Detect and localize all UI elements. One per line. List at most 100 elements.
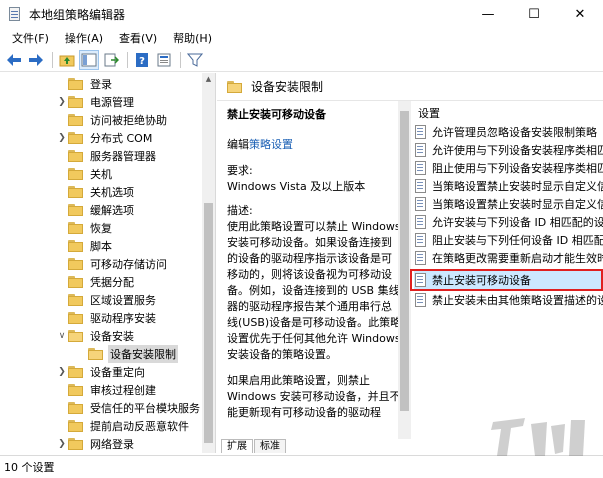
tree-scrollbar-thumb[interactable] <box>204 203 213 443</box>
tab-extended[interactable]: 扩展 <box>221 439 253 453</box>
tree-item[interactable]: ∨ 设备安装 <box>56 327 136 345</box>
folder-icon <box>68 186 84 198</box>
tree-item-label: 设备安装限制 <box>108 345 178 363</box>
policy-title: 禁止安装可移动设备 <box>227 108 326 121</box>
tree-item[interactable]: 关机 <box>56 165 114 183</box>
maximize-button[interactable]: ☐ <box>511 0 557 28</box>
settings-list: 设置 允许管理员忽略设备安装限制策略 允许使用与下列设备安装程序类相匹配 阻止使… <box>412 101 603 439</box>
detail-header-title: 设备安装限制 <box>251 80 324 94</box>
tab-standard[interactable]: 标准 <box>254 439 286 453</box>
tree-item[interactable]: ❯ 分布式 COM <box>56 129 154 147</box>
tree-item-label: 凭据分配 <box>90 276 134 289</box>
group-policy-app-icon <box>7 6 23 22</box>
up-level-button[interactable] <box>57 50 77 70</box>
edit-policy-settings-link[interactable]: 策略设置 <box>249 138 293 151</box>
forward-button[interactable] <box>26 50 46 70</box>
requirements-value: Windows Vista 及以上版本 <box>227 180 366 193</box>
folder-icon <box>68 294 84 306</box>
folder-open-icon <box>227 80 243 93</box>
chevron-right-icon[interactable]: ❯ <box>56 133 68 143</box>
tree-item[interactable]: 恢复 <box>56 219 114 237</box>
forward-arrow-icon <box>29 53 43 66</box>
up-folder-icon <box>59 55 75 66</box>
chevron-down-icon[interactable]: ∨ <box>56 331 68 341</box>
tree-item-label: 设备安装 <box>90 330 134 343</box>
description-scrollbar-thumb[interactable] <box>400 111 409 411</box>
tree-item[interactable]: 驱动程序安装 <box>56 309 158 327</box>
tree-item-device-install-restrictions[interactable]: 设备安装限制 <box>76 345 178 363</box>
properties-icon <box>157 53 171 66</box>
tree-item-label: 访问被拒绝协助 <box>90 114 167 127</box>
filter-button[interactable] <box>185 50 205 70</box>
policy-setting-row[interactable]: 阻止安装与下列任何设备 ID 相匹配的 <box>414 231 603 249</box>
export-list-button[interactable] <box>101 50 121 70</box>
window-title: 本地组策略编辑器 <box>29 7 126 22</box>
folder-icon <box>68 420 84 432</box>
folder-icon <box>68 114 84 126</box>
tree-item-label: 服务器管理器 <box>90 150 156 163</box>
policy-setting-row[interactable]: 阻止使用与下列设备安装程序类相匹配 <box>414 159 603 177</box>
folder-icon <box>68 384 84 396</box>
tree-item[interactable]: 审核过程创建 <box>56 381 158 399</box>
tree-item[interactable]: 可移动存储访问 <box>56 255 169 273</box>
policy-setting-row[interactable]: 在策略更改需要重新启动才能生效时 <box>414 249 603 267</box>
tree-item[interactable]: 缓解选项 <box>56 201 136 219</box>
tree-item[interactable]: ❯ 电源管理 <box>56 93 136 111</box>
show-hide-tree-button[interactable] <box>79 49 99 70</box>
edit-prefix: 编辑 <box>227 138 249 151</box>
tree-item[interactable]: 访问被拒绝协助 <box>56 111 169 129</box>
policy-setting-label: 允许管理员忽略设备安装限制策略 <box>432 126 597 139</box>
tree-item[interactable]: 提前启动反恶意软件 <box>56 417 191 435</box>
svg-text:?: ? <box>139 56 145 67</box>
tree-item-label: 脚本 <box>90 240 112 253</box>
policy-setting-icon <box>414 125 428 139</box>
menu-file[interactable]: 文件(F) <box>4 30 57 46</box>
policy-setting-row[interactable]: 允许安装与下列设备 ID 相匹配的设备 <box>414 213 603 231</box>
properties-button[interactable] <box>154 50 174 70</box>
minimize-button[interactable]: — <box>465 0 511 28</box>
policy-setting-row[interactable]: 禁止安装未由其他策略设置描述的设备 <box>414 291 603 309</box>
tree-item[interactable]: 服务器管理器 <box>56 147 158 165</box>
tree-item[interactable]: ❯ 设备重定向 <box>56 363 147 381</box>
tree-item-label: 缓解选项 <box>90 204 134 217</box>
requirements-label: 要求: <box>227 164 253 177</box>
help-button[interactable]: ? <box>132 50 152 70</box>
tree-item[interactable]: 凭据分配 <box>56 273 136 291</box>
policy-setting-row[interactable]: 允许使用与下列设备安装程序类相匹配 <box>414 141 603 159</box>
description-scrollbar[interactable] <box>398 101 411 439</box>
tree-item-label: 电源管理 <box>90 96 134 109</box>
title-bar: 本地组策略编辑器 — ☐ ✕ <box>0 0 603 28</box>
policy-setting-row[interactable]: 当策略设置禁止安装时显示自定义信息 <box>414 177 603 195</box>
policy-setting-row-selected[interactable]: 禁止安装可移动设备 <box>414 271 603 289</box>
chevron-right-icon[interactable]: ❯ <box>56 367 68 377</box>
folder-icon <box>68 312 84 324</box>
tree-item[interactable]: 受信任的平台模块服务 <box>56 399 202 417</box>
folder-icon <box>68 366 84 378</box>
tree-item[interactable]: ❯ 网络登录 <box>56 435 136 453</box>
tree-scrollbar[interactable]: ▲ <box>202 73 215 453</box>
menu-view[interactable]: 查看(V) <box>111 30 165 46</box>
settings-column-header[interactable]: 设置 <box>418 105 440 121</box>
tree-item[interactable]: 登录 <box>56 75 114 93</box>
tree-item[interactable]: 关机选项 <box>56 183 136 201</box>
description-label: 描述: <box>227 204 253 217</box>
policy-setting-row[interactable]: 允许管理员忽略设备安装限制策略 <box>414 123 603 141</box>
folder-icon <box>68 96 84 108</box>
chevron-right-icon[interactable]: ❯ <box>56 439 68 449</box>
tree-item[interactable]: 脚本 <box>56 237 114 255</box>
status-text: 10 个设置 <box>4 461 55 474</box>
policy-setting-label: 在策略更改需要重新启动才能生效时 <box>432 252 603 265</box>
tree-item-label: 设备重定向 <box>90 366 145 379</box>
chevron-right-icon[interactable]: ❯ <box>56 97 68 107</box>
menu-action[interactable]: 操作(A) <box>57 30 111 46</box>
toolbar-separator <box>127 51 128 68</box>
back-button[interactable] <box>4 50 24 70</box>
menu-help[interactable]: 帮助(H) <box>165 30 220 46</box>
folder-icon <box>68 258 84 270</box>
close-button[interactable]: ✕ <box>557 0 603 28</box>
tree-item[interactable]: 区域设置服务 <box>56 291 158 309</box>
policy-setting-icon <box>414 179 428 193</box>
policy-setting-row[interactable]: 当策略设置禁止安装时显示自定义信息 <box>414 195 603 213</box>
scroll-up-icon[interactable]: ▲ <box>202 73 215 85</box>
folder-icon <box>68 276 84 288</box>
